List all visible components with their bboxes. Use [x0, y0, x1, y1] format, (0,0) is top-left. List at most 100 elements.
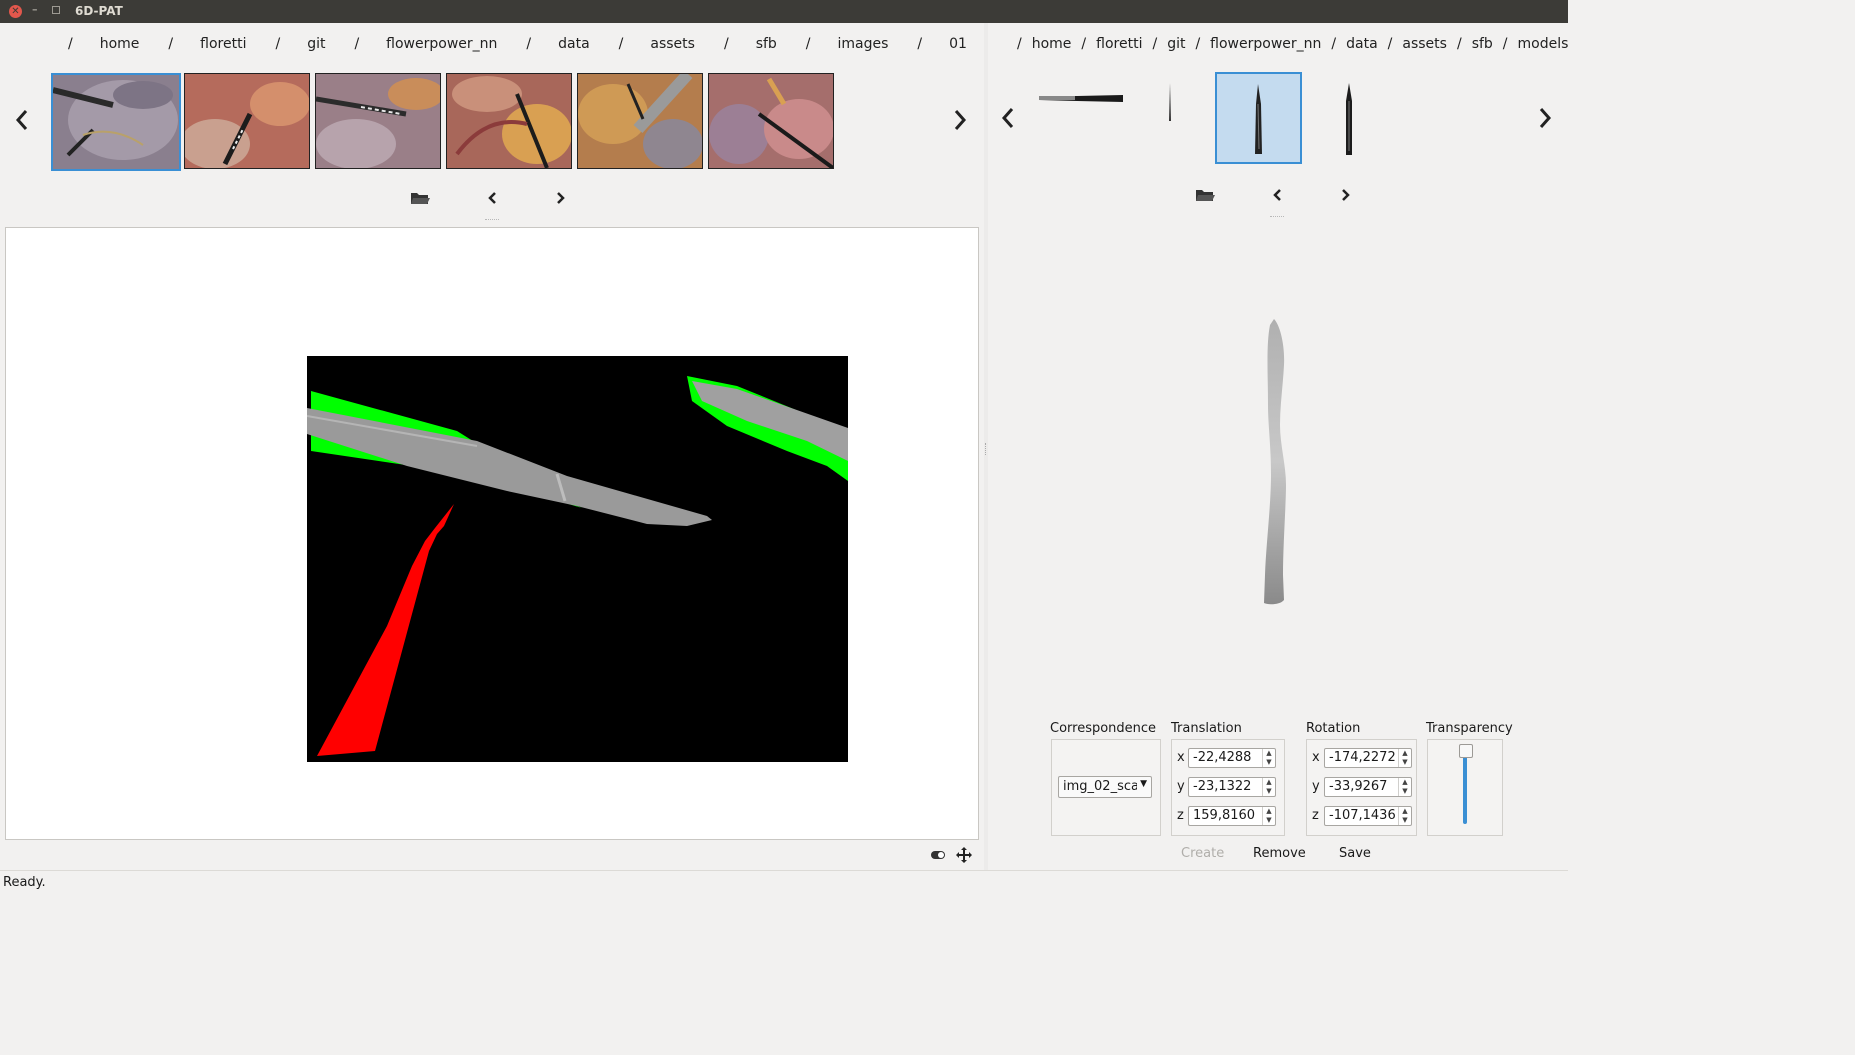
- spin-down-icon[interactable]: ▼: [1399, 758, 1411, 767]
- correspondence-select[interactable]: img_02_scalpel ▼: [1058, 776, 1152, 798]
- breadcrumb-item-sfb[interactable]: sfb: [1472, 36, 1493, 52]
- spinbox-arrows[interactable]: ▲ ▼: [1398, 778, 1411, 796]
- breadcrumb-item-sfb[interactable]: sfb: [756, 36, 777, 52]
- breadcrumb-separator: /: [168, 36, 174, 52]
- breadcrumb-item-home[interactable]: home: [100, 36, 140, 52]
- model-thumbnail[interactable]: [1160, 81, 1180, 123]
- images-breadcrumb: / home / floretti / git / flowerpower_nn…: [68, 33, 967, 55]
- pose-editor-viewport[interactable]: [5, 227, 979, 840]
- gallery-next-arrow-icon[interactable]: [950, 105, 970, 135]
- spin-up-icon[interactable]: ▲: [1399, 778, 1411, 787]
- image-thumbnail[interactable]: [51, 73, 181, 171]
- rotation-x-spinbox[interactable]: -174,2272 ▲ ▼: [1324, 748, 1412, 768]
- transparency-slider-handle[interactable]: [1459, 744, 1473, 758]
- breadcrumb-separator: /: [354, 36, 360, 52]
- save-button[interactable]: Save: [1339, 846, 1371, 861]
- window-titlebar: ✕ – 6D-PAT: [0, 0, 1568, 23]
- status-text: Ready.: [3, 875, 46, 890]
- next-model-folder-chevron-icon[interactable]: [1335, 184, 1357, 206]
- window-maximize-button[interactable]: [52, 6, 60, 14]
- spinbox-arrows[interactable]: ▲ ▼: [1262, 749, 1275, 767]
- rotation-x-value: -174,2272: [1329, 750, 1396, 765]
- translation-y-label: y: [1177, 779, 1185, 794]
- rotation-y-spinbox[interactable]: -33,9267 ▲ ▼: [1324, 777, 1412, 797]
- transparency-slider-track[interactable]: [1463, 748, 1467, 824]
- rotation-z-spinbox[interactable]: -107,1436 ▲ ▼: [1324, 806, 1412, 826]
- spin-down-icon[interactable]: ▼: [1263, 758, 1275, 767]
- image-thumbnail[interactable]: [315, 73, 441, 169]
- translation-y-value: -23,1322: [1193, 779, 1252, 794]
- create-button[interactable]: Create: [1181, 846, 1224, 861]
- models-pane: / home / floretti / git / flowerpower_nn…: [988, 23, 1568, 870]
- rotation-x-label: x: [1312, 750, 1320, 765]
- move-crosshair-icon[interactable]: [956, 847, 972, 863]
- model-gallery-next-arrow-icon[interactable]: [1535, 103, 1555, 133]
- breadcrumb-separator: /: [1331, 36, 1337, 52]
- translation-z-spinbox[interactable]: 159,8160 ▲ ▼: [1188, 806, 1276, 826]
- breadcrumb-item-images[interactable]: images: [838, 36, 889, 52]
- model-thumbnail-selected[interactable]: [1215, 72, 1302, 164]
- spinbox-arrows[interactable]: ▲ ▼: [1262, 778, 1275, 796]
- image-thumbnail[interactable]: [577, 73, 703, 169]
- breadcrumb-item-floretti[interactable]: floretti: [1096, 36, 1142, 52]
- remove-button[interactable]: Remove: [1253, 846, 1306, 861]
- translation-x-spinbox[interactable]: -22,4288 ▲ ▼: [1188, 748, 1276, 768]
- model-gallery-prev-arrow-icon[interactable]: [998, 103, 1018, 133]
- spin-up-icon[interactable]: ▲: [1399, 749, 1411, 758]
- breadcrumb-item-git[interactable]: git: [1167, 36, 1185, 52]
- open-model-folder-icon[interactable]: [1194, 184, 1216, 206]
- spin-up-icon[interactable]: ▲: [1263, 749, 1275, 758]
- panel-resize-grip[interactable]: [485, 219, 499, 222]
- breadcrumb-item-git[interactable]: git: [307, 36, 325, 52]
- breadcrumb-separator: /: [275, 36, 281, 52]
- spin-up-icon[interactable]: ▲: [1263, 807, 1275, 816]
- spin-up-icon[interactable]: ▲: [1399, 807, 1411, 816]
- image-thumbnail[interactable]: [184, 73, 310, 169]
- rotation-y-label: y: [1312, 779, 1320, 794]
- panel-resize-grip[interactable]: [1270, 216, 1284, 219]
- breadcrumb-item-data[interactable]: data: [558, 36, 590, 52]
- models-breadcrumb: / home / floretti / git / flowerpower_nn…: [1017, 33, 1568, 55]
- breadcrumb-separator: /: [1017, 36, 1022, 52]
- next-folder-chevron-icon[interactable]: [550, 187, 572, 209]
- translation-y-spinbox[interactable]: -23,1322 ▲ ▼: [1188, 777, 1276, 797]
- image-thumbnail[interactable]: [708, 73, 834, 169]
- breadcrumb-item-floretti[interactable]: floretti: [200, 36, 246, 52]
- translation-x-label: x: [1177, 750, 1185, 765]
- breadcrumb-item-assets[interactable]: assets: [650, 36, 695, 52]
- rotation-label: Rotation: [1306, 721, 1361, 736]
- window-title: 6D-PAT: [75, 4, 123, 18]
- breadcrumb-item-models[interactable]: models: [1518, 36, 1569, 52]
- window-minimize-button[interactable]: –: [32, 3, 38, 16]
- previous-model-folder-chevron-icon[interactable]: [1266, 184, 1288, 206]
- breadcrumb-separator: /: [1502, 36, 1508, 52]
- spin-down-icon[interactable]: ▼: [1263, 816, 1275, 825]
- breadcrumb-item-01[interactable]: 01: [949, 36, 967, 52]
- breadcrumb-item-home[interactable]: home: [1032, 36, 1072, 52]
- spin-up-icon[interactable]: ▲: [1263, 778, 1275, 787]
- model-thumbnail[interactable]: [1339, 81, 1359, 157]
- breadcrumb-item-flowerpower-nn[interactable]: flowerpower_nn: [1210, 36, 1321, 52]
- spinbox-arrows[interactable]: ▲ ▼: [1262, 807, 1275, 825]
- model-thumbnail[interactable]: [1037, 83, 1127, 113]
- model-3d-viewer[interactable]: [988, 245, 1568, 715]
- spin-down-icon[interactable]: ▼: [1399, 816, 1411, 825]
- gallery-prev-arrow-icon[interactable]: [12, 105, 32, 135]
- image-thumbnail[interactable]: [446, 73, 572, 169]
- breadcrumb-item-assets[interactable]: assets: [1402, 36, 1447, 52]
- spin-down-icon[interactable]: ▼: [1263, 787, 1275, 796]
- previous-folder-chevron-icon[interactable]: [481, 187, 503, 209]
- spin-down-icon[interactable]: ▼: [1399, 787, 1411, 796]
- toggle-render-mode-icon[interactable]: [930, 847, 946, 863]
- breadcrumb-item-flowerpower-nn[interactable]: flowerpower_nn: [386, 36, 497, 52]
- breadcrumb-item-data[interactable]: data: [1346, 36, 1378, 52]
- breadcrumb-separator: /: [917, 36, 923, 52]
- spinbox-arrows[interactable]: ▲ ▼: [1398, 807, 1411, 825]
- window-close-button[interactable]: ✕: [9, 5, 22, 18]
- segmentation-render[interactable]: [307, 356, 848, 762]
- open-folder-icon[interactable]: [409, 187, 431, 209]
- status-bar: Ready.: [0, 870, 1568, 893]
- breadcrumb-separator: /: [1152, 36, 1158, 52]
- correspondence-selected-value: img_02_scalpel: [1063, 779, 1137, 794]
- spinbox-arrows[interactable]: ▲ ▼: [1398, 749, 1411, 767]
